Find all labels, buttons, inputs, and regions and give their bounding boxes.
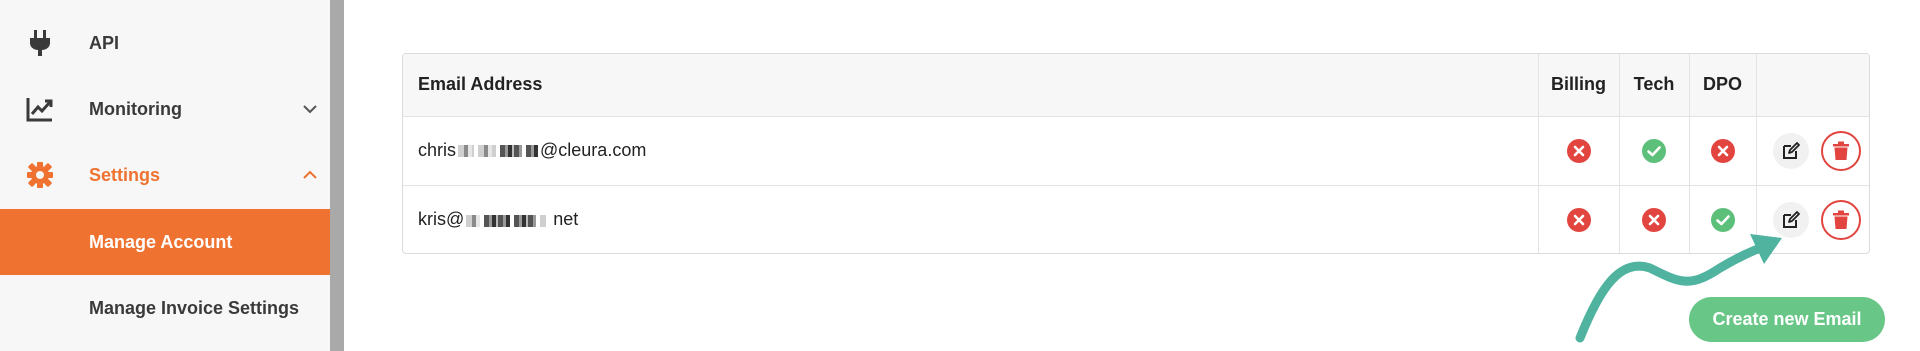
edit-icon [1783, 210, 1800, 228]
email-cell: kris@ net [403, 185, 1539, 253]
sidebar-subitem-manage-invoice-settings[interactable]: Manage Invoice Settings [0, 275, 330, 341]
x-circle-icon [1642, 207, 1666, 232]
check-circle-icon [1710, 207, 1735, 232]
redacted-text [478, 145, 497, 158]
email-table: Email Address Billing Tech DPO chris @cle… [402, 53, 1870, 254]
email-suffix: @cleura.com [540, 140, 647, 160]
actions-cell [1756, 116, 1869, 186]
actions-cell [1756, 185, 1869, 253]
gear-icon [26, 161, 54, 189]
redacted-text [500, 145, 523, 158]
trash-icon [1833, 141, 1849, 160]
sidebar-subitem-manage-account[interactable]: Manage Account [0, 209, 330, 275]
column-header-email: Email Address [403, 54, 1539, 117]
edit-button[interactable] [1773, 201, 1809, 238]
column-header-tech: Tech [1619, 54, 1690, 117]
x-circle-icon [1710, 138, 1735, 163]
dpo-status-cell [1689, 185, 1757, 253]
delete-button[interactable] [1821, 199, 1861, 240]
edit-icon [1783, 141, 1800, 159]
sidebar: API Monitoring Settings Manage Account M… [0, 0, 330, 351]
sidebar-item-monitoring[interactable]: Monitoring [0, 76, 330, 142]
email-cell: chris @cleura.com [403, 116, 1539, 186]
redacted-text [526, 145, 539, 158]
billing-status-cell [1538, 116, 1620, 186]
delete-button[interactable] [1821, 130, 1861, 171]
redacted-text [466, 214, 481, 227]
sidebar-subitem-label: Manage Invoice Settings [89, 297, 300, 318]
chevron-up-icon [302, 167, 318, 183]
table-row: chris @cleura.com [403, 116, 1869, 186]
sidebar-item-label: API [89, 32, 120, 53]
redacted-text [514, 214, 537, 227]
email-prefix: chris [418, 140, 457, 160]
tech-status-cell [1619, 116, 1690, 186]
create-new-email-button[interactable]: Create new Email [1689, 297, 1885, 342]
plug-icon [26, 29, 54, 57]
column-header-billing: Billing [1538, 54, 1620, 117]
redacted-text [484, 214, 511, 227]
chevron-down-icon [302, 101, 318, 117]
x-circle-icon [1566, 207, 1591, 232]
tech-status-cell [1619, 185, 1690, 253]
dpo-status-cell [1689, 116, 1757, 186]
x-circle-icon [1566, 138, 1591, 163]
trash-icon [1833, 210, 1849, 229]
sidebar-item-label: Settings [89, 164, 161, 185]
sidebar-item-settings[interactable]: Settings [0, 142, 330, 208]
billing-status-cell [1538, 185, 1620, 253]
table-header-row: Email Address Billing Tech DPO [403, 54, 1869, 117]
email-suffix: net [548, 209, 579, 230]
sidebar-subitem-label: Manage Account [89, 231, 233, 252]
column-header-actions [1756, 54, 1869, 117]
email-prefix: kris@ [418, 209, 465, 230]
redacted-text [458, 145, 475, 158]
column-header-dpo: DPO [1689, 54, 1757, 117]
redacted-text [540, 214, 547, 227]
edit-button[interactable] [1773, 132, 1809, 169]
sidebar-scrollbar[interactable] [330, 0, 344, 351]
sidebar-item-label: Monitoring [89, 98, 182, 119]
sidebar-item-api[interactable]: API [0, 10, 330, 76]
chart-icon [26, 95, 54, 123]
table-row: kris@ net [403, 185, 1869, 253]
check-circle-icon [1642, 138, 1666, 163]
